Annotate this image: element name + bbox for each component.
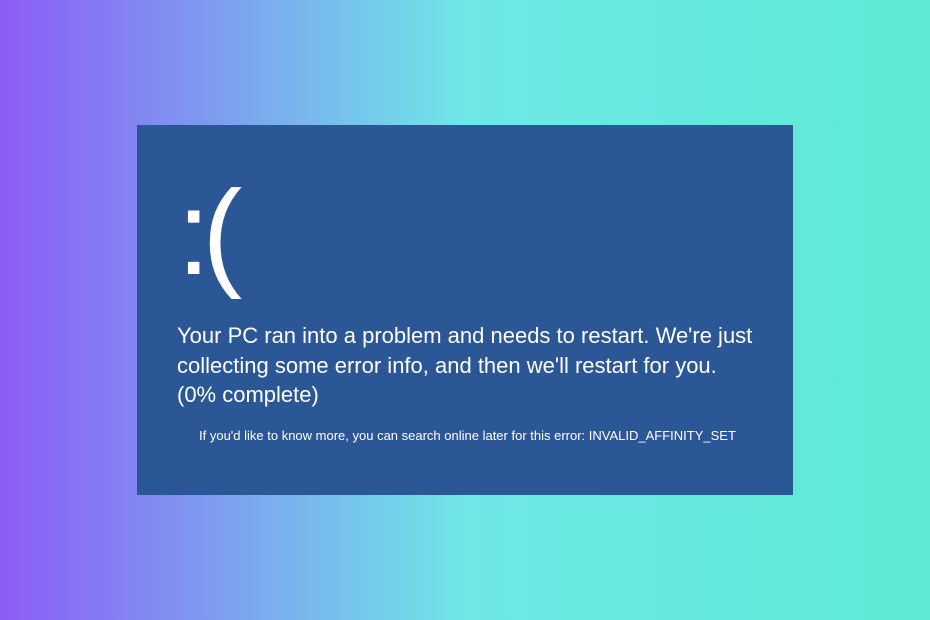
error-code: INVALID_AFFINITY_SET: [589, 428, 736, 443]
bsod-panel: :( Your PC ran into a problem and needs …: [137, 125, 793, 495]
search-hint: If you'd like to know more, you can sear…: [199, 428, 589, 443]
error-message: Your PC ran into a problem and needs to …: [177, 321, 753, 410]
frown-icon: :(: [177, 173, 753, 293]
error-help-text: If you'd like to know more, you can sear…: [177, 428, 753, 443]
